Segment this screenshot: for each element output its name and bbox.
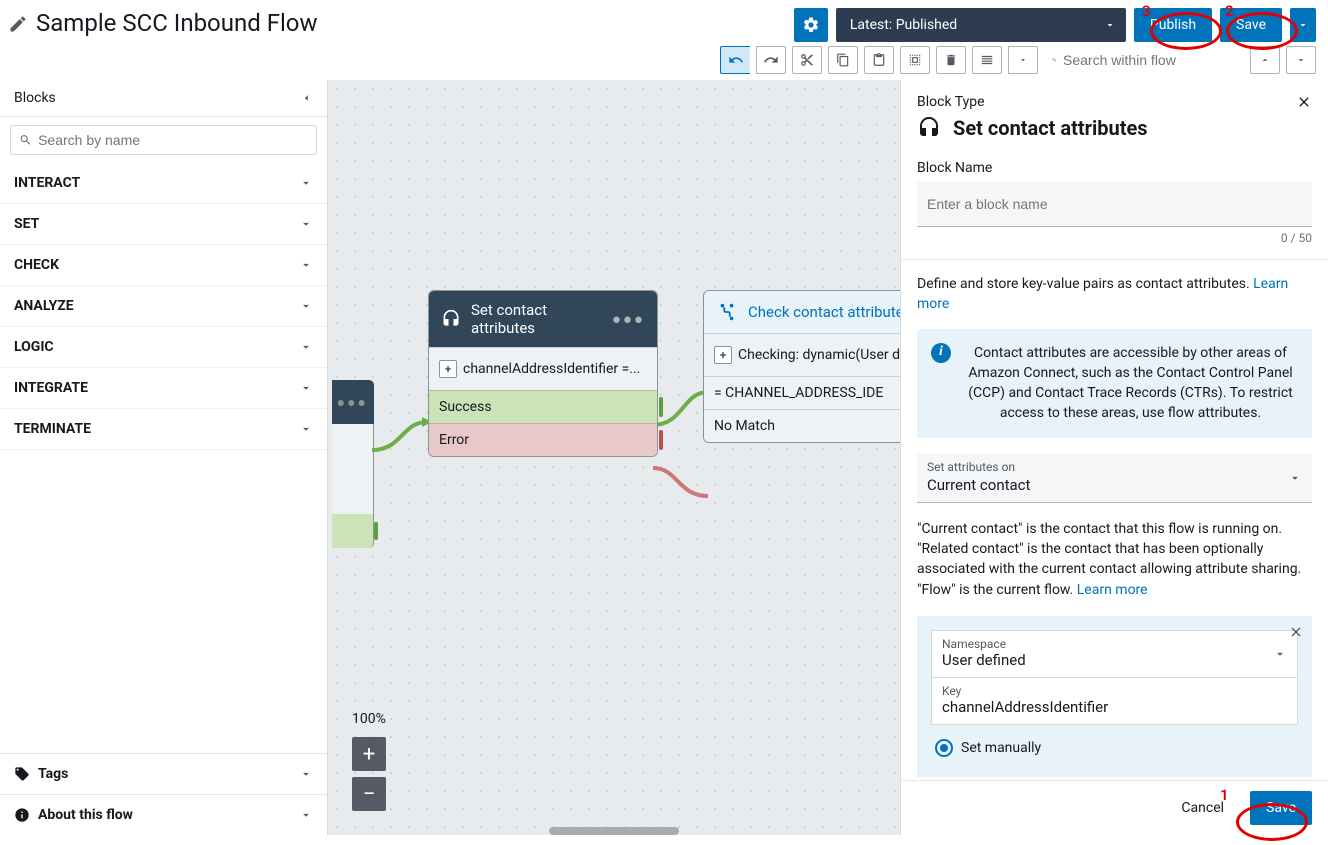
panel-save-button[interactable]: Save bbox=[1250, 791, 1312, 825]
info-icon bbox=[14, 807, 30, 823]
edit-icon[interactable] bbox=[8, 14, 28, 34]
save-button[interactable]: Save bbox=[1220, 8, 1282, 42]
attribute-card: Namespace User defined Key channelAddres… bbox=[917, 616, 1312, 777]
branch-icon bbox=[716, 301, 738, 323]
annotations-button[interactable] bbox=[972, 46, 1002, 74]
search-next-button[interactable] bbox=[1286, 46, 1316, 74]
more-icon[interactable]: ●●● bbox=[337, 394, 368, 411]
tag-icon bbox=[14, 766, 30, 782]
node-more-icon[interactable]: ●●● bbox=[612, 310, 645, 328]
cancel-button[interactable]: Cancel bbox=[1165, 791, 1240, 825]
page-title: Sample SCC Inbound Flow bbox=[36, 8, 318, 39]
outcome-branch1[interactable]: = CHANNEL_ADDRESS_IDE bbox=[704, 376, 900, 409]
category-terminate[interactable]: TERMINATE bbox=[0, 409, 327, 450]
collapse-sidebar-icon[interactable] bbox=[299, 91, 313, 105]
context-description: "Current contact" is the contact that th… bbox=[917, 519, 1312, 600]
zoom-out-button[interactable]: − bbox=[352, 777, 386, 811]
redo-button[interactable] bbox=[756, 46, 786, 74]
namespace-select[interactable]: Namespace User defined bbox=[932, 631, 1297, 678]
delete-button[interactable] bbox=[936, 46, 966, 74]
category-set[interactable]: SET bbox=[0, 204, 327, 245]
expand-icon[interactable]: + bbox=[439, 360, 457, 378]
close-panel-icon[interactable] bbox=[1296, 94, 1312, 110]
search-flow-input[interactable] bbox=[1063, 52, 1244, 68]
set-contact-attributes-node[interactable]: Set contact attributes ●●● +channelAddre… bbox=[428, 290, 658, 457]
search-icon bbox=[19, 133, 32, 147]
sidebar-header: Blocks bbox=[0, 80, 327, 117]
headset-icon bbox=[917, 116, 941, 140]
version-value: Latest: Published bbox=[850, 17, 957, 33]
block-type-label: Block Type bbox=[917, 94, 985, 110]
outcome-error[interactable]: Error bbox=[429, 423, 657, 456]
search-prev-button[interactable] bbox=[1250, 46, 1280, 74]
cut-button[interactable] bbox=[792, 46, 822, 74]
category-analyze[interactable]: ANALYZE bbox=[0, 286, 327, 327]
canvas-scrollbar[interactable] bbox=[549, 827, 679, 835]
save-split-button[interactable] bbox=[1290, 8, 1316, 42]
expand-icon[interactable]: + bbox=[714, 346, 732, 364]
version-dropdown[interactable]: Latest: Published bbox=[836, 8, 1126, 42]
char-counter: 0 / 50 bbox=[917, 231, 1312, 245]
settings-button[interactable] bbox=[794, 8, 828, 42]
zoom-in-button[interactable]: + bbox=[352, 737, 386, 771]
category-logic[interactable]: LOGIC bbox=[0, 327, 327, 368]
tags-section[interactable]: Tags bbox=[0, 753, 327, 794]
undo-button[interactable] bbox=[720, 46, 750, 74]
set-attributes-on-select[interactable]: Set attributes on Current contact bbox=[917, 454, 1312, 503]
key-input[interactable]: Key channelAddressIdentifier bbox=[932, 678, 1297, 724]
set-manually-radio[interactable]: Set manually bbox=[931, 739, 1298, 757]
paste-button[interactable] bbox=[864, 46, 894, 74]
publish-button[interactable]: Publish bbox=[1134, 8, 1212, 42]
check-contact-attributes-node[interactable]: Check contact attributes +Checking: dyna… bbox=[703, 290, 900, 443]
annotations-toggle[interactable] bbox=[1008, 46, 1038, 74]
panel-description: Define and store key-value pairs as cont… bbox=[917, 274, 1312, 315]
panel-title: Set contact attributes bbox=[953, 116, 1148, 140]
zoom-level: 100% bbox=[352, 711, 386, 727]
category-integrate[interactable]: INTEGRATE bbox=[0, 368, 327, 409]
select-all-button[interactable] bbox=[900, 46, 930, 74]
info-alert: i Contact attributes are accessible by o… bbox=[917, 329, 1312, 438]
category-check[interactable]: CHECK bbox=[0, 245, 327, 286]
category-interact[interactable]: INTERACT bbox=[0, 163, 327, 204]
about-flow-section[interactable]: About this flow bbox=[0, 794, 327, 835]
outcome-success[interactable]: Success bbox=[429, 390, 657, 423]
block-name-label: Block Name bbox=[917, 160, 1312, 176]
search-icon bbox=[1052, 52, 1057, 68]
outcome-nomatch[interactable]: No Match bbox=[704, 409, 900, 442]
sidebar-search[interactable] bbox=[10, 125, 317, 155]
headset-icon bbox=[441, 308, 461, 330]
learn-more-link[interactable]: Learn more bbox=[1077, 582, 1148, 598]
partial-upstream-node[interactable]: ●●● bbox=[332, 380, 374, 560]
copy-button[interactable] bbox=[828, 46, 858, 74]
canvas[interactable]: ●●● Set contact attributes ●●● +channelA… bbox=[328, 80, 900, 835]
info-icon: i bbox=[931, 343, 951, 363]
block-name-input[interactable] bbox=[917, 182, 1312, 227]
sidebar-search-input[interactable] bbox=[38, 132, 308, 148]
